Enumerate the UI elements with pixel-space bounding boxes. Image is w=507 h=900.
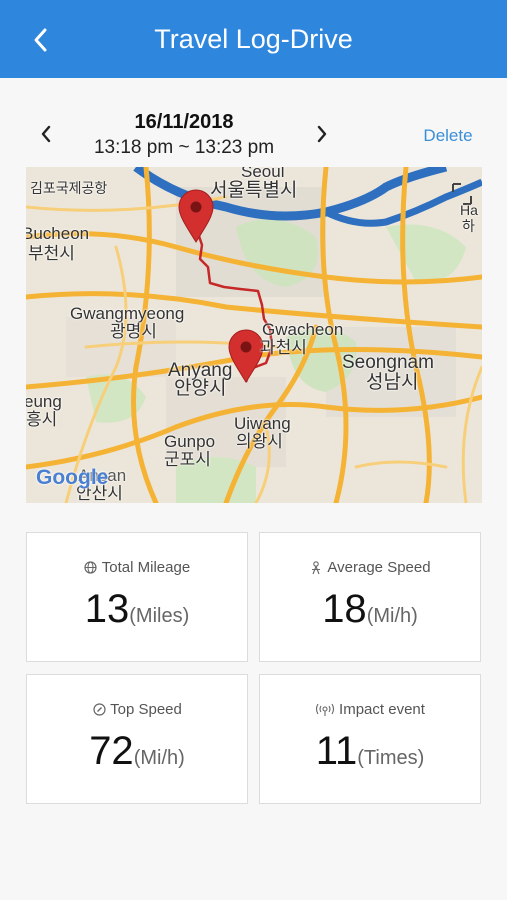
map-label-siheung-ko: 흥시 [26, 410, 58, 429]
compass-icon [92, 703, 106, 717]
impact-event-unit: (Times) [357, 747, 425, 769]
globe-icon [84, 561, 98, 575]
content: 16/11/2018 13:18 pm ~ 13:23 pm Delete Se… [0, 78, 507, 900]
top-speed-unit: (Mi/h) [133, 747, 185, 769]
top-speed-label: Top Speed [110, 701, 182, 718]
average-speed-card: Average Speed 18(Mi/h) [259, 532, 481, 662]
impact-event-value: 11 [315, 729, 358, 773]
total-mileage-label: Total Mileage [101, 559, 191, 576]
map-label-gwacheon: Gwacheon [262, 320, 344, 339]
map-label-bucheon: Bucheon [26, 224, 90, 243]
app-bar: Travel Log-Drive [0, 0, 507, 78]
person-icon [309, 560, 323, 575]
map-label-gimpo-airport: 김포국제공항 [30, 180, 108, 196]
top-speed-value: 72 [89, 729, 134, 773]
map-label-seongnam-ko: 성남시 [366, 372, 419, 393]
map-background [26, 167, 482, 503]
chevron-left-icon [41, 125, 51, 143]
map-label-seoul-ko: 서울특별시 [210, 180, 298, 201]
previous-trip-button[interactable] [34, 122, 58, 146]
chevron-right-icon [317, 125, 327, 143]
average-speed-value: 18 [322, 587, 367, 631]
page-title: Travel Log-Drive [154, 24, 353, 54]
trip-date: 16/11/2018 [134, 111, 234, 133]
average-speed-unit: (Mi/h) [366, 605, 418, 627]
map-label-uiwang-ko: 의왕시 [236, 432, 283, 451]
map-label-seoul: Seoul [241, 167, 285, 181]
map-label-gwacheon-ko: 과천시 [260, 338, 307, 357]
map-label-han-ko: 하 [462, 218, 475, 234]
trip-time-range: 13:18 pm ~ 13:23 pm [93, 137, 275, 158]
average-speed-label: Average Speed [327, 559, 431, 576]
broadcast-icon [315, 703, 335, 717]
total-mileage-card: Total Mileage 13(Miles) [26, 532, 248, 662]
delete-button[interactable]: Delete [410, 126, 486, 146]
next-trip-button[interactable] [310, 122, 334, 146]
impact-event-label: Impact event [339, 701, 425, 718]
date-navigator: 16/11/2018 13:18 pm ~ 13:23 pm Delete [0, 78, 507, 166]
route-map[interactable]: Seoul 서울특별시 김포국제공항 Bucheon 부천시 Ha 하 Gwan… [26, 167, 482, 503]
map-label-seongnam: Seongnam [342, 352, 434, 373]
map-label-anyang-ko: 안양시 [174, 378, 227, 399]
map-label-gunpo-ko: 군포시 [164, 450, 211, 469]
total-mileage-value: 13 [84, 587, 130, 631]
impact-event-card: Impact event 11(Times) [259, 674, 481, 804]
google-logo: Google [36, 466, 109, 489]
map-label-gunpo: Gunpo [164, 432, 216, 451]
map-label-uiwang: Uiwang [234, 414, 291, 433]
map-label-han: Ha [460, 202, 478, 218]
top-speed-card: Top Speed 72(Mi/h) [26, 674, 248, 804]
map-label-siheung: eung [26, 392, 62, 411]
map-label-gwangmyeong: Gwangmyeong [70, 304, 185, 323]
total-mileage-unit: (Miles) [129, 605, 190, 627]
map-label-bucheon-ko: 부천시 [28, 244, 75, 263]
map-label-gwangmyeong-ko: 광명시 [110, 322, 157, 341]
